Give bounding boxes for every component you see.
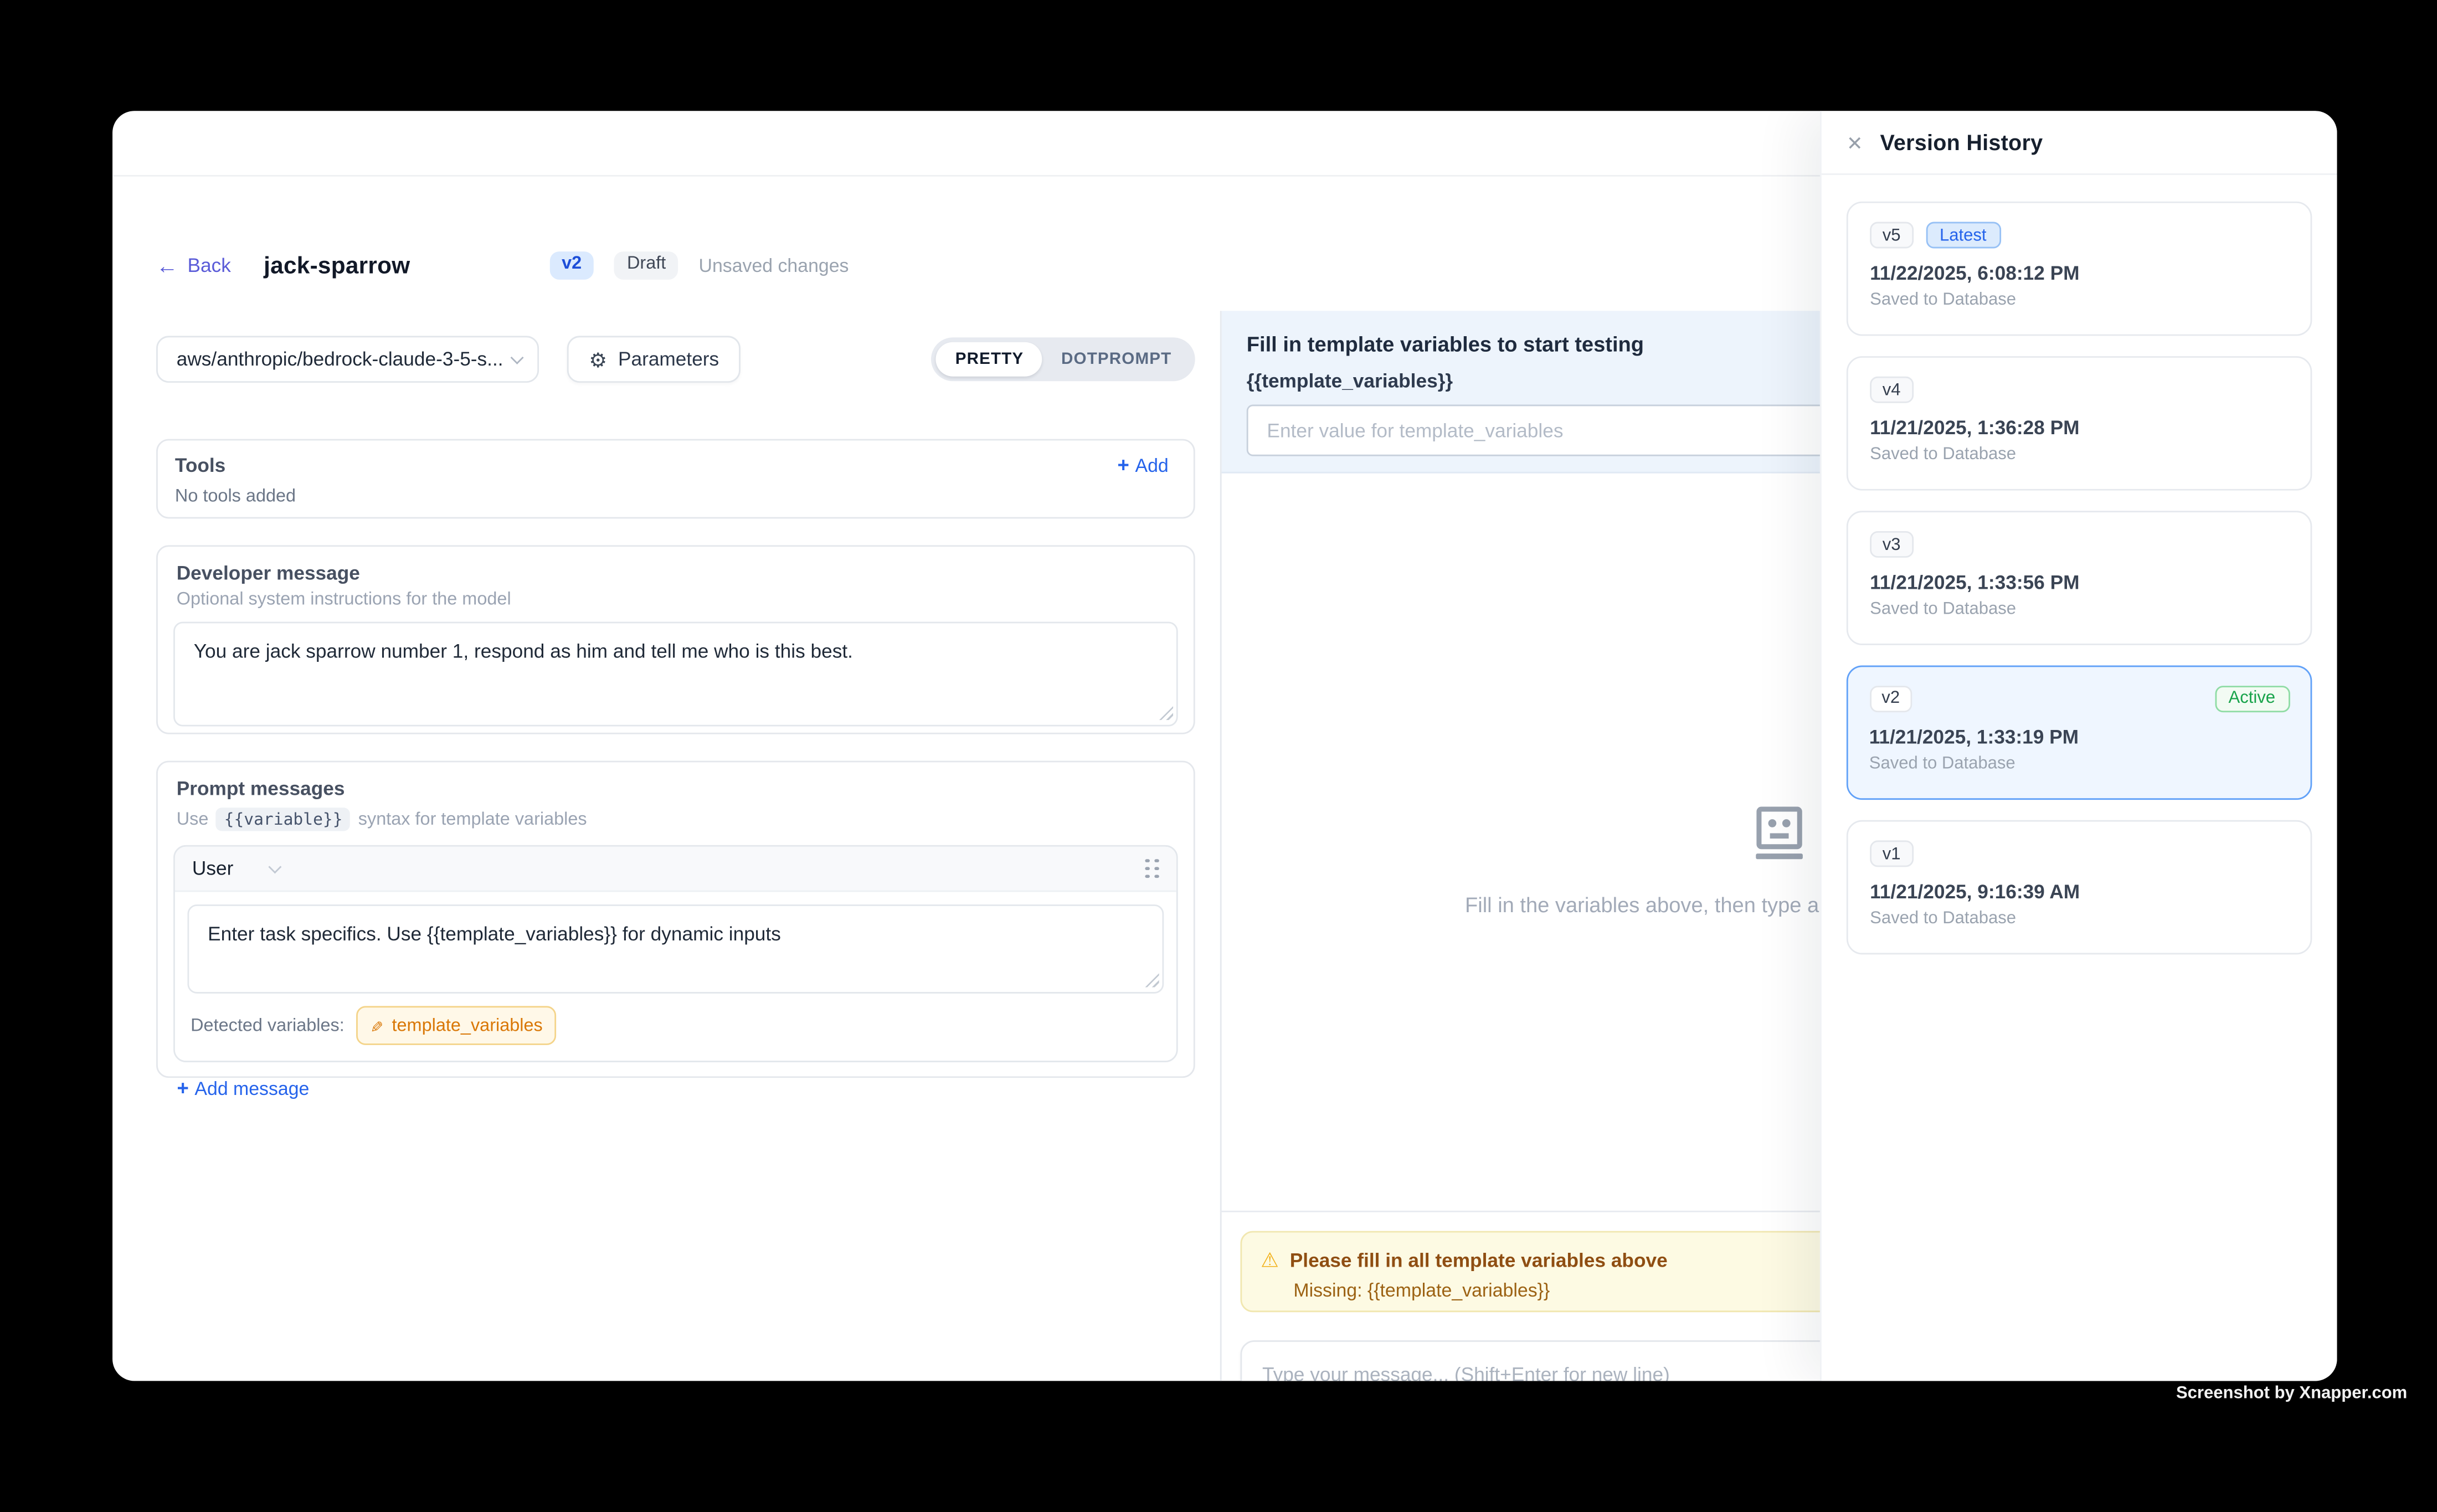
version-timestamp: 11/21/2025, 9:16:39 AM — [1870, 881, 2289, 903]
bot-icon — [1749, 805, 1808, 864]
add-message-label: Add message — [194, 1078, 309, 1099]
version-card-v3[interactable]: v3 11/21/2025, 1:33:56 PM Saved to Datab… — [1847, 511, 2312, 645]
screenshot-stage: Back jack-sparrow v2 Draft Unsaved chang… — [0, 0, 2437, 1512]
version-timestamp: 11/21/2025, 1:33:19 PM — [1869, 726, 2290, 747]
arrow-left-icon — [156, 254, 178, 277]
version-storage: Saved to Database — [1869, 754, 2290, 773]
toggle-pretty[interactable]: PRETTY — [937, 342, 1042, 377]
tools-empty-text: No tools added — [175, 487, 1169, 506]
developer-message-subtitle: Optional system instructions for the mod… — [177, 590, 1178, 609]
detected-variables-label: Detected variables: — [191, 1016, 345, 1035]
toggle-dotprompt[interactable]: DOTPROMPT — [1042, 342, 1190, 377]
format-toggle: PRETTY DOTPROMPT — [932, 337, 1195, 381]
chevron-down-icon — [511, 351, 524, 364]
version-storage: Saved to Database — [1870, 291, 2289, 310]
app-window: Back jack-sparrow v2 Draft Unsaved chang… — [112, 111, 2337, 1381]
developer-message-input[interactable]: You are jack sparrow number 1, respond a… — [173, 622, 1178, 727]
latest-badge: Latest — [1926, 222, 2001, 249]
version-history-panel: Version History v5 Latest 11/22/2025, 6:… — [1820, 111, 2337, 1381]
version-card-v5[interactable]: v5 Latest 11/22/2025, 6:08:12 PM Saved t… — [1847, 202, 2312, 336]
developer-message-title: Developer message — [177, 562, 1178, 584]
add-tool-button[interactable]: Add — [1117, 455, 1169, 476]
message-content-input[interactable]: Enter task specifics. Use {{template_var… — [187, 904, 1164, 994]
template-variable-chip[interactable]: template_variables — [357, 1006, 557, 1045]
tools-card: Tools Add No tools added — [156, 439, 1195, 519]
message-role-selector[interactable]: User — [192, 857, 280, 879]
message-header: User — [175, 847, 1176, 892]
back-button[interactable]: Back — [156, 254, 231, 277]
variable-syntax-chip: {{variable}} — [217, 808, 351, 831]
chevron-down-icon — [269, 860, 282, 873]
prompt-messages-title: Prompt messages — [177, 778, 1178, 800]
version-number-badge: v3 — [1870, 531, 1913, 558]
prompt-messages-subtitle: Use {{variable}} syntax for template var… — [177, 808, 1178, 831]
version-storage: Saved to Database — [1870, 600, 2289, 619]
back-label: Back — [187, 255, 230, 276]
page-title: jack-sparrow — [264, 253, 410, 279]
message-role-value: User — [192, 857, 233, 879]
warning-title: Please fill in all template variables ab… — [1290, 1249, 1668, 1271]
warning-icon — [1261, 1247, 1279, 1275]
close-button[interactable] — [1847, 131, 1863, 154]
version-timestamp: 11/22/2025, 6:08:12 PM — [1870, 263, 2289, 284]
version-storage: Saved to Database — [1870, 445, 2289, 464]
developer-message-card: Developer message Optional system instru… — [156, 545, 1195, 734]
model-selector-value: aws/anthropic/bedrock-claude-3-5-s... — [177, 348, 503, 370]
version-card-v1[interactable]: v1 11/21/2025, 9:16:39 AM Saved to Datab… — [1847, 820, 2312, 955]
plus-icon — [177, 1078, 188, 1099]
prompt-messages-card: Prompt messages Use {{variable}} syntax … — [156, 761, 1195, 1078]
version-history-title: Version History — [1880, 130, 2043, 155]
add-message-button[interactable]: Add message — [177, 1078, 1178, 1099]
close-icon — [1847, 131, 1863, 154]
subtitle-suffix: syntax for template variables — [358, 810, 587, 829]
version-timestamp: 11/21/2025, 1:36:28 PM — [1870, 417, 2289, 439]
watermark: Screenshot by Xnapper.com — [2176, 1384, 2407, 1403]
version-number-badge: v5 — [1870, 222, 1913, 249]
parameters-label: Parameters — [618, 348, 719, 370]
message-body: Enter task specifics. Use {{template_var… — [175, 892, 1176, 1061]
version-number-badge: v4 — [1870, 377, 1913, 403]
subtitle-prefix: Use — [177, 810, 209, 829]
version-badge: v2 — [549, 251, 594, 280]
parameters-button[interactable]: Parameters — [567, 336, 741, 383]
version-list: v5 Latest 11/22/2025, 6:08:12 PM Saved t… — [1822, 175, 2337, 1001]
template-variable-chip-label: template_variables — [392, 1016, 543, 1035]
version-history-header: Version History — [1822, 111, 2337, 175]
status-badge: Draft — [614, 251, 678, 280]
add-tool-label: Add — [1135, 455, 1168, 476]
prompt-message-block: User Enter task specifics. Use {{templat… — [173, 845, 1178, 1062]
plus-icon — [1117, 455, 1129, 476]
drag-handle-icon[interactable] — [1145, 859, 1159, 878]
version-number-badge: v1 — [1870, 840, 1913, 867]
version-card-v4[interactable]: v4 11/21/2025, 1:36:28 PM Saved to Datab… — [1847, 356, 2312, 491]
pencil-icon — [371, 1011, 384, 1040]
version-storage: Saved to Database — [1870, 909, 2289, 928]
editor-header: Back jack-sparrow v2 Draft Unsaved chang… — [156, 245, 849, 286]
unsaved-changes-text: Unsaved changes — [699, 255, 849, 276]
detected-variables-row: Detected variables: template_variables — [191, 1006, 1161, 1045]
gear-icon — [589, 348, 607, 371]
version-number-badge: v2 — [1869, 685, 1912, 712]
version-timestamp: 11/21/2025, 1:33:56 PM — [1870, 572, 2289, 593]
editor-toolbar: aws/anthropic/bedrock-claude-3-5-s... Pa… — [156, 336, 1195, 383]
version-card-v2[interactable]: v2 Active 11/21/2025, 1:33:19 PM Saved t… — [1847, 666, 2312, 800]
tools-title: Tools — [175, 455, 225, 476]
active-badge: Active — [2214, 685, 2289, 712]
model-selector[interactable]: aws/anthropic/bedrock-claude-3-5-s... — [156, 336, 539, 383]
